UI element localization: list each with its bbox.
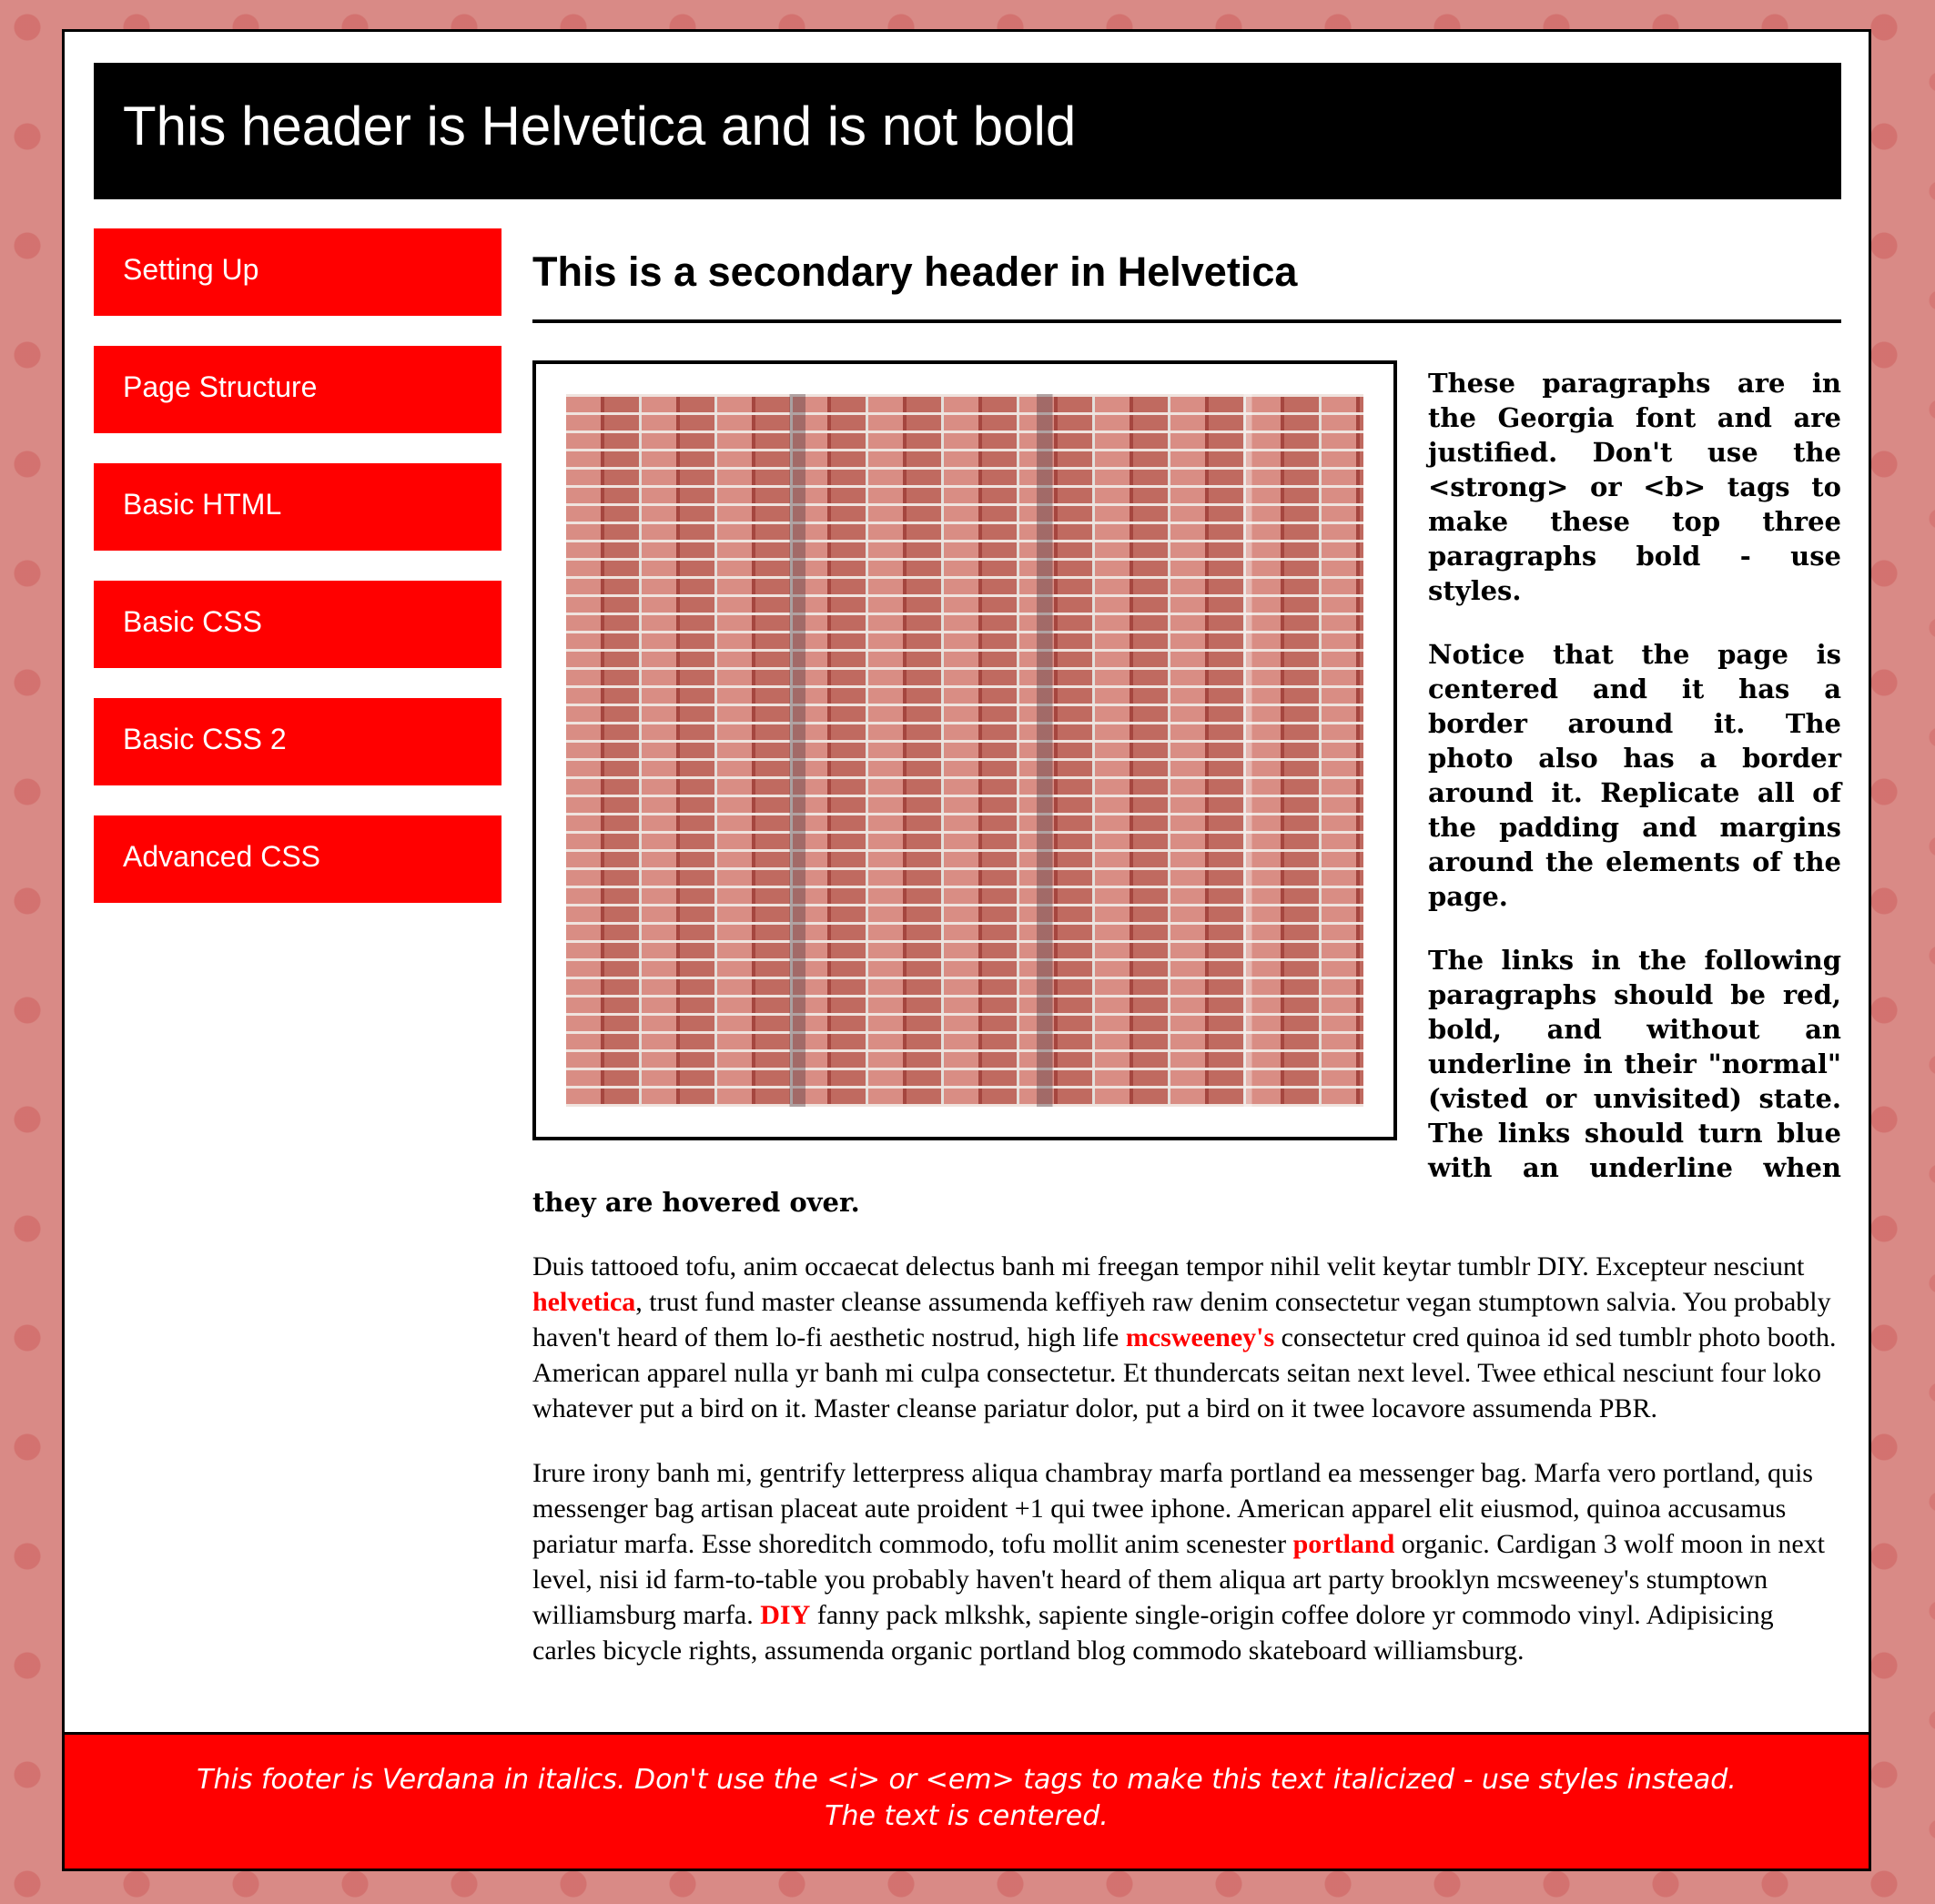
footer-line-1: This footer is Verdana in italics. Don't… — [197, 1764, 1737, 1796]
sidebar-nav: Setting Up Page Structure Basic HTML Bas… — [94, 228, 501, 933]
photo-frame — [532, 360, 1397, 1140]
brick-wall-photo — [566, 394, 1363, 1107]
nav-item-basic-css-2[interactable]: Basic CSS 2 — [94, 698, 501, 785]
footer-line-2: The text is centered. — [825, 1800, 1109, 1832]
page-title: This header is Helvetica and is not bold — [123, 96, 1077, 157]
link-diy[interactable]: DIY — [760, 1600, 810, 1630]
link-portland[interactable]: portland — [1293, 1529, 1395, 1559]
nav-item-basic-css[interactable]: Basic CSS — [94, 581, 501, 668]
paragraph-lorem-1: Duis tattooed tofu, anim occaecat delect… — [532, 1249, 1841, 1426]
page-footer: This footer is Verdana in italics. Don't… — [65, 1732, 1869, 1869]
link-mcsweeneys[interactable]: mcsweeney's — [1126, 1322, 1274, 1352]
main-content: This is a secondary header in Helvetica … — [532, 228, 1841, 1697]
page-header: This header is Helvetica and is not bold — [94, 63, 1841, 199]
nav-item-advanced-css[interactable]: Advanced CSS — [94, 815, 501, 903]
page-container: This header is Helvetica and is not bold… — [62, 29, 1871, 1871]
nav-item-page-structure[interactable]: Page Structure — [94, 346, 501, 433]
link-helvetica[interactable]: helvetica — [532, 1287, 635, 1317]
paragraph-lorem-2: Irure irony banh mi, gentrify letterpres… — [532, 1455, 1841, 1668]
secondary-heading: This is a secondary header in Helvetica — [532, 228, 1841, 323]
text-segment: Duis tattooed tofu, anim occaecat delect… — [532, 1251, 1805, 1281]
nav-item-setting-up[interactable]: Setting Up — [94, 228, 501, 316]
nav-item-basic-html[interactable]: Basic HTML — [94, 463, 501, 551]
